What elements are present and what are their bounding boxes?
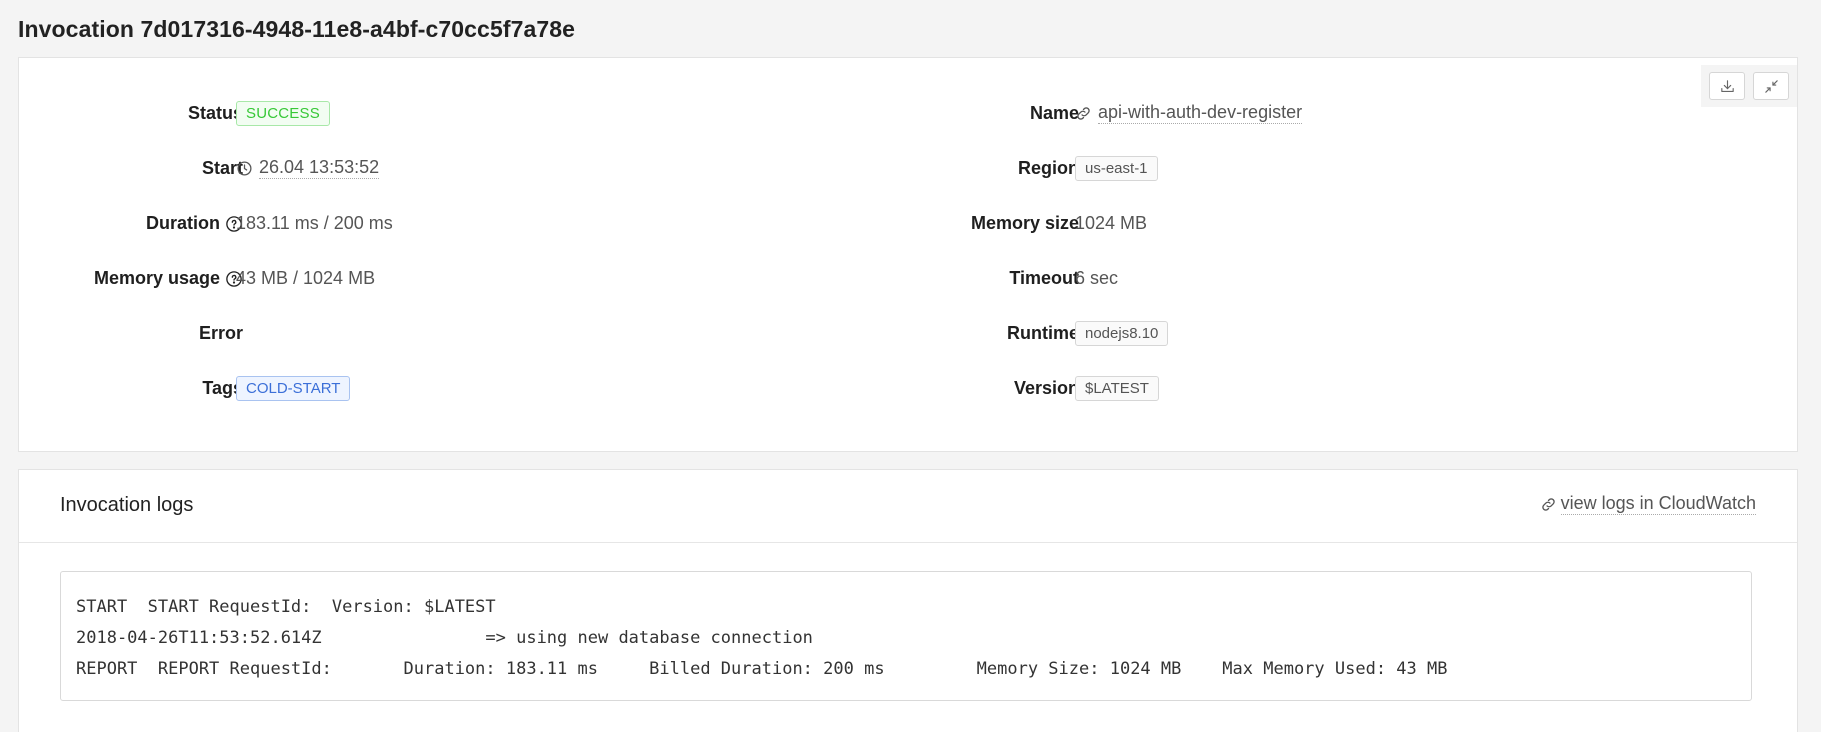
log-line: 2018-04-26T11:53:52.614Z => using new da… [76,628,813,648]
name-row: Name api-with-auth-dev-register [839,95,1739,150]
memory-usage-value: 43 MB / 1024 MB [236,268,376,288]
memory-size-value: 1024 MB [1075,213,1148,233]
tag-badge[interactable]: COLD-START [236,376,351,401]
collapse-icon [1764,79,1778,93]
memory-usage-row: Memory usage 43 MB / 1024 MB [19,260,919,315]
collapse-button[interactable] [1753,72,1789,100]
status-badge: SUCCESS [236,101,330,126]
logs-title: Invocation logs [60,494,194,516]
runtime-label: Runtime [1007,323,1079,343]
error-label: Error [198,323,243,343]
log-line: START START RequestId: Version: $LATEST [76,597,496,617]
region-row: Region us-east-1 [839,150,1739,205]
timeout-value: 6 sec [1075,268,1119,288]
status-row: Status SUCCESS [19,95,919,150]
invocation-logs-card: Invocation logs view logs in CloudWatch … [18,469,1798,732]
memory-usage-label: Memory usage [94,260,243,297]
link-icon [1075,105,1092,122]
error-row: Error [19,315,919,370]
logs-header: Invocation logs view logs in CloudWatch [19,470,1797,543]
clock-icon [236,160,253,177]
version-label: Version [1013,378,1079,398]
start-row: Start 26.04 13:53:52 [19,150,919,205]
status-label: Status [187,103,243,123]
memory-size-label: Memory size [970,213,1079,233]
invocation-page: Invocation 7d017316-4948-11e8-a4bf-c70cc… [0,0,1821,732]
duration-row: Duration 183.11 ms / 200 ms [19,205,919,260]
log-output: START START RequestId: Version: $LATEST … [60,571,1752,701]
page-title: Invocation 7d017316-4948-11e8-a4bf-c70cc… [18,16,576,42]
link-icon [1540,496,1557,513]
start-time: 26.04 13:53:52 [259,157,380,179]
region-label: Region [1018,158,1079,178]
memory-size-row: Memory size 1024 MB [839,205,1739,260]
region-badge: us-east-1 [1075,156,1158,181]
duration-label: Duration [146,205,243,242]
function-name-link[interactable]: api-with-auth-dev-register [1098,102,1303,124]
runtime-badge: nodejs8.10 [1075,321,1169,346]
download-icon [1720,79,1734,92]
details-left-column: Status SUCCESS Start 26.04 13:53:52 Dura… [19,95,919,425]
timeout-label: Timeout [1009,268,1079,288]
cloudwatch-link-wrapper: view logs in CloudWatch [1540,493,1756,515]
cloudwatch-link[interactable]: view logs in CloudWatch [1560,493,1756,515]
log-line: REPORT REPORT RequestId: Duration: 183.1… [76,659,1448,679]
name-label: Name [1029,103,1079,123]
version-badge: $LATEST [1075,376,1159,401]
invocation-details-card: Status SUCCESS Start 26.04 13:53:52 Dura… [18,57,1798,452]
version-row: Version $LATEST [839,370,1739,425]
runtime-row: Runtime nodejs8.10 [839,315,1739,370]
tags-row: Tags COLD-START [19,370,919,425]
duration-value: 183.11 ms / 200 ms [236,213,393,233]
details-right-column: Name api-with-auth-dev-register Region u… [839,95,1739,425]
timeout-row: Timeout 6 sec [839,260,1739,315]
